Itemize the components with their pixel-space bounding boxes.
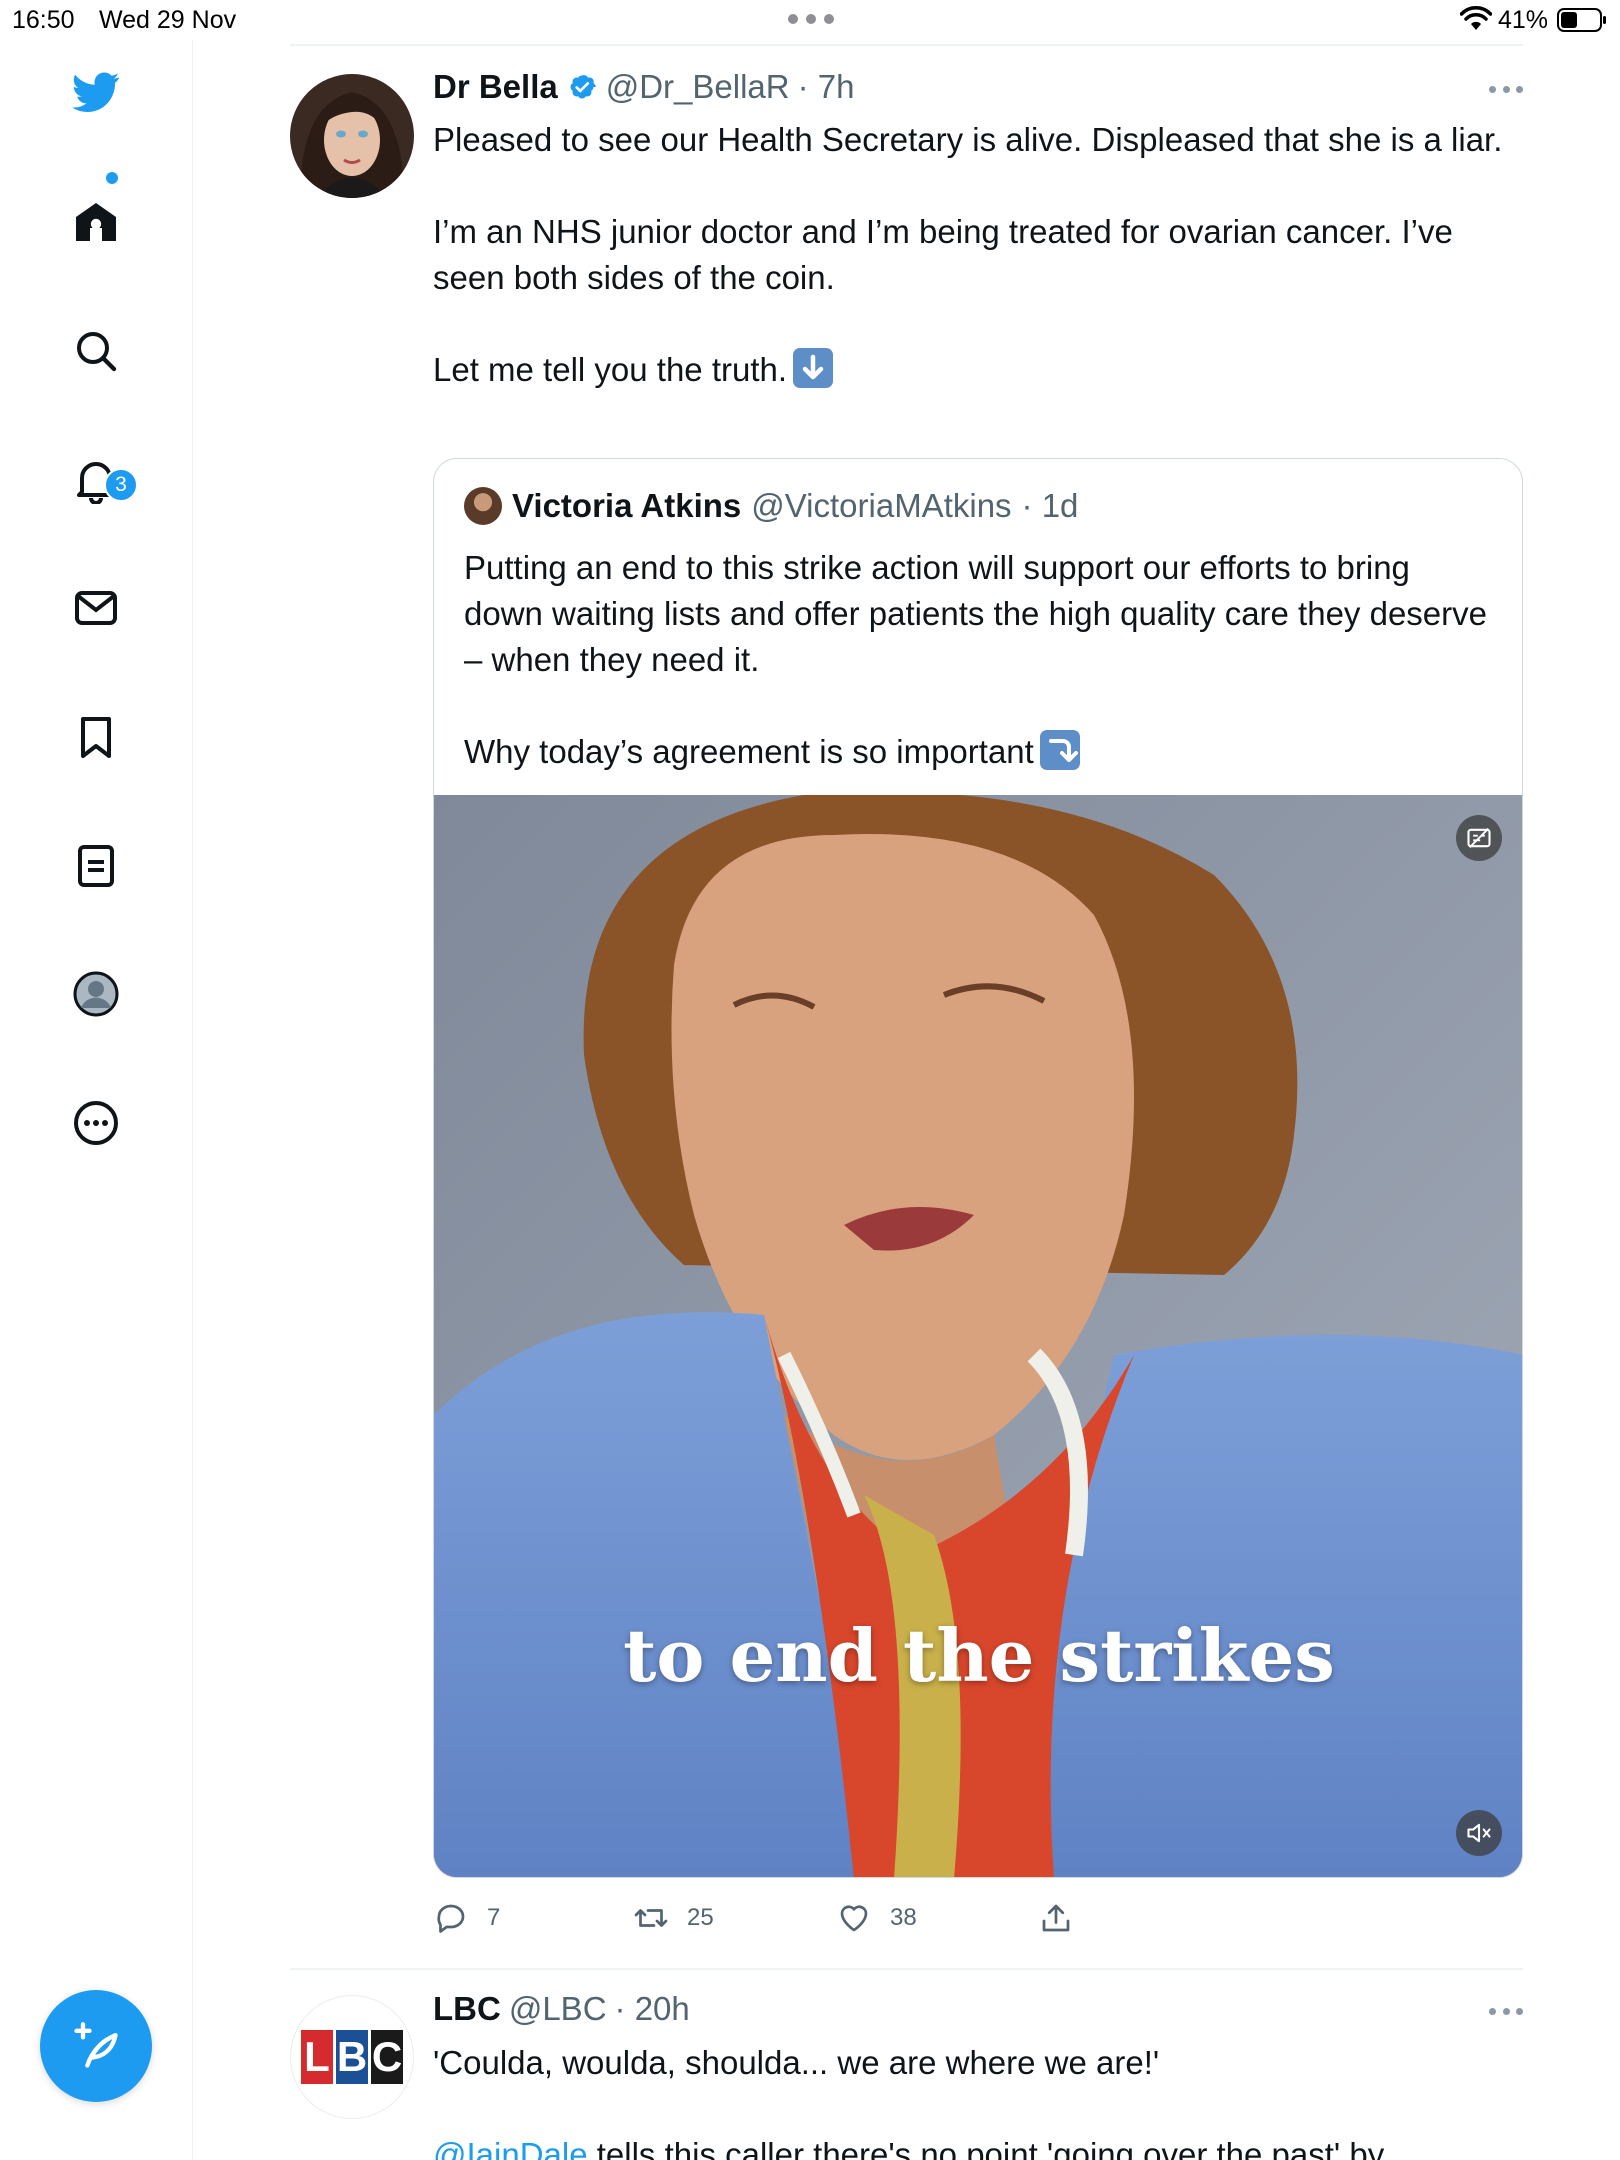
- home-unread-dot: [106, 172, 118, 184]
- tweet-more-button[interactable]: [1489, 2008, 1523, 2018]
- share-button[interactable]: [1038, 1900, 1074, 1936]
- video-caption: to end the strikes: [623, 1613, 1335, 1698]
- muted-speaker-icon: [1467, 1823, 1491, 1843]
- reply-count: 7: [487, 1904, 501, 1931]
- lbc-logo-c: C: [371, 2030, 403, 2084]
- avatar[interactable]: LBC: [290, 1995, 414, 2119]
- video-frame: [434, 795, 1522, 1877]
- tweet-text: 'Coulda, woulda, shoulda... we are where…: [433, 2040, 1523, 2160]
- retweet-button[interactable]: 25: [633, 1900, 714, 1936]
- tweet-paragraph-text: Let me tell you the truth.: [433, 351, 788, 388]
- video-player[interactable]: to end the strikes: [434, 795, 1522, 1877]
- tweet-time[interactable]: · 20h: [615, 1990, 690, 2028]
- lbc-logo-l: L: [301, 2030, 333, 2084]
- share-icon: [1042, 1904, 1070, 1932]
- status-bar: 16:50 Wed 29 Nov 41%: [0, 0, 1620, 40]
- quoted-paragraph: Why today’s agreement is so important: [464, 729, 1494, 775]
- lbc-logo: LBC: [290, 1995, 414, 2119]
- tweet-divider: [290, 1968, 1523, 1970]
- search-icon[interactable]: [70, 325, 122, 377]
- tweet-paragraph: Pleased to see our Health Secretary is a…: [433, 121, 1503, 158]
- bookmarks-icon[interactable]: [70, 711, 122, 763]
- messages-icon[interactable]: [70, 582, 122, 634]
- video-mute-button[interactable]: [1456, 1810, 1502, 1856]
- captions-icon: [1467, 828, 1491, 848]
- notifications-badge: 3: [104, 468, 138, 502]
- reply-button[interactable]: 7: [433, 1900, 500, 1936]
- tweet-header: Dr Bella @Dr_BellaR · 7h: [433, 68, 854, 106]
- quoted-tweet-header: Victoria Atkins @VictoriaMAtkins · 1d: [464, 487, 1078, 525]
- quoted-tweet-text: Putting an end to this strike action wil…: [464, 545, 1494, 775]
- battery-percent: 41%: [1498, 6, 1549, 34]
- mention-link[interactable]: @IainDale: [433, 2136, 588, 2160]
- status-time: 16:50: [12, 6, 75, 34]
- verified-badge-icon: [570, 75, 596, 99]
- home-icon[interactable]: [70, 196, 122, 248]
- video-captions-button[interactable]: [1456, 815, 1502, 861]
- compose-icon: [74, 2022, 118, 2068]
- tweet-paragraph: Let me tell you the truth.: [433, 347, 1508, 393]
- author-name[interactable]: Dr Bella: [433, 68, 558, 106]
- author-handle[interactable]: @LBC: [509, 1990, 607, 2028]
- reply-icon: [437, 1904, 465, 1933]
- like-button[interactable]: 38: [836, 1900, 917, 1936]
- heart-icon: [840, 1905, 868, 1932]
- tweet-more-button[interactable]: [1489, 86, 1523, 96]
- quoted-paragraph-text: Why today’s agreement is so important: [464, 733, 1034, 770]
- tweet-text: Pleased to see our Health Secretary is a…: [433, 117, 1508, 393]
- battery-icon: [1557, 8, 1606, 32]
- quoted-author-name: Victoria Atkins: [512, 487, 742, 524]
- quoted-author-handle: @VictoriaMAtkins: [751, 487, 1012, 524]
- sidebar-nav: 3: [0, 40, 193, 2160]
- retweet-icon: [634, 1909, 668, 1927]
- tweet-actions: 7 25 38: [433, 1900, 1133, 1944]
- tweet-header: LBC @LBC · 20h: [433, 1990, 690, 2028]
- lbc-logo-b: B: [336, 2030, 368, 2084]
- tweet-paragraph: @IainDale tells this caller there's no p…: [433, 2132, 1523, 2160]
- lists-icon[interactable]: [70, 840, 122, 892]
- arrow-down-right-emoji-icon: [1039, 730, 1080, 770]
- quoted-avatar: [464, 487, 502, 525]
- compose-tweet-button[interactable]: [40, 1990, 152, 2102]
- timeline-top-border: [290, 44, 1523, 46]
- quoted-paragraph: Putting an end to this strike action wil…: [464, 549, 1487, 678]
- twitter-logo-icon[interactable]: [70, 66, 122, 118]
- retweet-count: 25: [687, 1904, 714, 1931]
- multitasking-dots[interactable]: [788, 14, 834, 24]
- down-arrow-emoji-icon: [793, 348, 834, 388]
- profile-icon[interactable]: [70, 968, 122, 1020]
- status-date: Wed 29 Nov: [99, 6, 237, 34]
- quoted-tweet-time: · 1d: [1021, 487, 1079, 524]
- tweet-paragraph: 'Coulda, woulda, shoulda... we are where…: [433, 2044, 1160, 2081]
- author-name[interactable]: LBC: [433, 1990, 501, 2028]
- tweet-paragraph: I’m an NHS junior doctor and I’m being t…: [433, 213, 1453, 296]
- tweet-time[interactable]: · 7h: [798, 68, 855, 106]
- tweet-paragraph-text: tells this caller there's no point 'goin…: [587, 2136, 1385, 2160]
- like-count: 38: [890, 1904, 917, 1931]
- author-handle[interactable]: @Dr_BellaR: [606, 68, 790, 106]
- more-icon[interactable]: [70, 1097, 122, 1149]
- wifi-icon: [1460, 6, 1492, 30]
- quoted-tweet[interactable]: Victoria Atkins @VictoriaMAtkins · 1d Pu…: [433, 458, 1523, 1878]
- avatar[interactable]: [290, 74, 414, 198]
